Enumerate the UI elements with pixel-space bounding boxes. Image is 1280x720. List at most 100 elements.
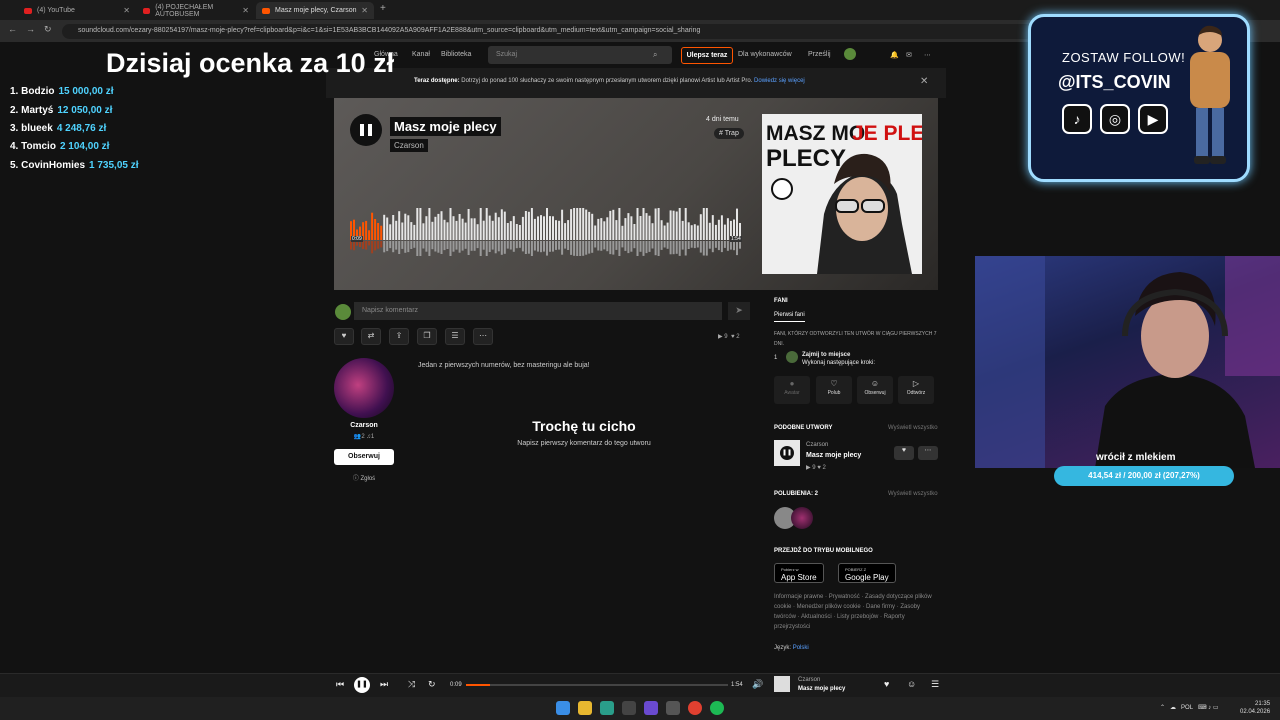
app-store-button[interactable]: Pobierz w App Store [774, 563, 824, 583]
player-title[interactable]: Masz moje plecy [798, 686, 845, 692]
pause-button[interactable] [350, 114, 382, 146]
spotify-icon[interactable] [710, 701, 724, 715]
start-icon[interactable] [556, 701, 570, 715]
like-button[interactable]: ♥ [334, 328, 354, 345]
svg-text:JE PLECY: JE PLECY [852, 122, 922, 145]
waveform-reflection [582, 241, 585, 256]
chrome-icon[interactable] [688, 701, 702, 715]
browser-tab[interactable]: (4) POJECHAŁEM AUTOBUSEM ✕ [137, 2, 255, 19]
track-tag[interactable]: # Trap [714, 128, 744, 139]
similar-like-button[interactable]: ♥ [894, 446, 914, 460]
discord-icon[interactable] [644, 701, 658, 715]
fan-action-like[interactable]: ♡ Polub [816, 376, 852, 404]
fan-action-avatar[interactable]: ● Awatar [774, 376, 810, 404]
search-input[interactable]: Szukaj [488, 46, 672, 64]
app-icon[interactable] [622, 701, 636, 715]
share-button[interactable]: ⇪ [389, 328, 409, 345]
more-icon[interactable]: ⋯ [924, 51, 931, 59]
liker-avatar[interactable] [791, 507, 813, 529]
comment-input[interactable]: Napisz komentarz [354, 302, 722, 320]
follow-button[interactable]: Obserwuj [334, 449, 394, 465]
pause-icon[interactable]: ❚❚ [780, 446, 794, 460]
waveform-bar [696, 225, 699, 240]
app-icon[interactable] [666, 701, 680, 715]
close-tab-icon[interactable]: ✕ [123, 6, 130, 15]
queue-icon[interactable]: ☰ [931, 679, 939, 690]
avatar[interactable] [844, 48, 856, 60]
clock[interactable]: 21:35 02.04.2026 [1240, 700, 1270, 716]
waveform-bar [458, 214, 461, 240]
waveform-reflection [600, 241, 603, 251]
similar-see-all[interactable]: Wyświetl wszystko [888, 425, 938, 431]
waveform-bar [509, 221, 512, 240]
mobile-title: PRZEJDŹ DO TRYBU MOBILNEGO [774, 548, 873, 554]
repeat-icon[interactable]: ↻ [428, 679, 436, 690]
notifications-icon[interactable]: 🔔 [890, 51, 899, 59]
app-icon[interactable] [600, 701, 614, 715]
player-cover[interactable] [774, 676, 790, 692]
language-indicator[interactable]: POL [1181, 705, 1193, 711]
messages-icon[interactable]: ✉ [906, 51, 912, 59]
shuffle-icon[interactable]: ⤨ [408, 679, 415, 690]
waveform-bar [555, 220, 557, 240]
player-artist[interactable]: Czarson [798, 677, 820, 683]
waveform-bar [368, 230, 371, 240]
add-to-playlist-button[interactable]: ☰ [445, 328, 465, 345]
fan-action-play[interactable]: ▷ Odtwórz [898, 376, 934, 404]
heart-icon[interactable]: ♥ [884, 679, 889, 689]
back-icon[interactable]: ← [8, 24, 17, 34]
notice-link[interactable]: Dowiedz się więcej [754, 78, 805, 84]
waveform-reflection [648, 241, 651, 252]
volume-icon[interactable]: 🔊 [752, 679, 763, 690]
google-play-button[interactable]: POBIERZ Z Google Play [838, 563, 896, 583]
similar-more-button[interactable]: ⋯ [918, 446, 938, 460]
artist-name[interactable]: Czarson [334, 422, 394, 429]
language-selector[interactable]: Język: Polski [774, 645, 809, 651]
browser-tab[interactable]: (4) YouTube ✕ [18, 2, 136, 19]
pause-button[interactable]: ❚❚ [354, 677, 370, 693]
footer-links[interactable]: Informacje prawne · Prywatność · Zasady … [774, 592, 942, 632]
waveform-reflection [368, 241, 371, 246]
next-icon[interactable]: ⏭ [380, 679, 388, 690]
likes-see-all[interactable]: Wyświetl wszystko [888, 491, 938, 497]
for-artists-link[interactable]: Dla wykonawców [738, 51, 792, 58]
more-button[interactable]: ⋯ [473, 328, 493, 345]
repost-button[interactable]: ⇄ [361, 328, 381, 345]
explorer-icon[interactable] [578, 701, 592, 715]
follow-user-icon[interactable]: ☺ [907, 679, 916, 689]
reload-icon[interactable]: ↻ [44, 24, 52, 35]
waveform-reflection [579, 241, 582, 257]
similar-track-artist[interactable]: Czarson [806, 442, 828, 448]
search-icon[interactable]: ⌕ [653, 50, 657, 60]
waveform-reflection [567, 241, 570, 250]
fan-action-follow[interactable]: ☺ Obserwuj [857, 376, 893, 404]
artist-avatar[interactable] [334, 358, 394, 418]
waveform-bar [515, 224, 518, 240]
waveform-bar [726, 218, 729, 240]
upgrade-button[interactable]: Ulepsz teraz [681, 47, 733, 64]
copy-link-button[interactable]: ❐ [417, 328, 437, 345]
forward-icon[interactable]: → [26, 24, 35, 34]
close-icon[interactable]: ✕ [920, 76, 928, 87]
close-tab-icon[interactable]: ✕ [242, 6, 249, 15]
waveform-reflection [729, 241, 732, 250]
close-tab-icon[interactable]: ✕ [361, 6, 368, 15]
previous-icon[interactable]: ⏮ [336, 679, 344, 690]
new-tab-icon[interactable]: + [380, 3, 386, 14]
nav-feed[interactable]: Kanał [412, 51, 430, 58]
send-icon[interactable]: ➤ [728, 302, 750, 320]
nav-library[interactable]: Biblioteka [441, 51, 471, 58]
browser-tab-active[interactable]: Masz moje plecy, Czarson ✕ [256, 2, 374, 19]
report-link[interactable]: ⓘ Zgłoś [334, 473, 394, 482]
similar-track-title[interactable]: Masz moje plecy [806, 452, 861, 459]
system-tray[interactable]: ⌃ ☁ POL ⌨ ♪ ▭ [1160, 704, 1219, 711]
player-progress[interactable] [466, 684, 728, 686]
waveform-reflection [353, 241, 355, 251]
waveform-bar [464, 222, 467, 240]
track-artist[interactable]: Czarson [390, 139, 428, 152]
tab-first-fans[interactable]: Pierwsi fani [774, 312, 805, 322]
waveform[interactable] [350, 204, 742, 258]
url-input[interactable]: soundcloud.com/cezary-880254197/masz-moj… [62, 24, 1034, 39]
waveform-reflection [576, 241, 579, 257]
upload-link[interactable]: Prześlij [808, 51, 831, 58]
